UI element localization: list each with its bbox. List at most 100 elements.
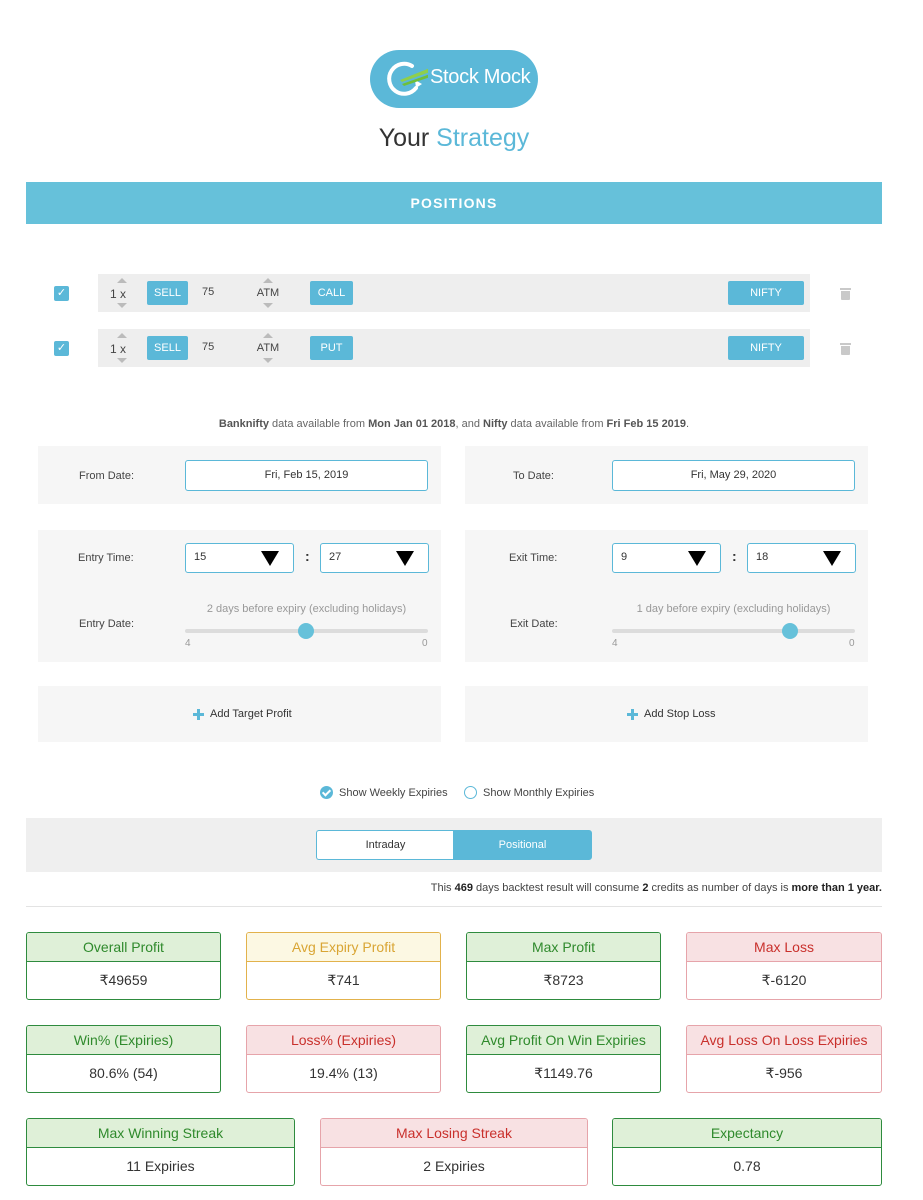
strike-value: ATM — [256, 287, 280, 299]
instrument-button[interactable]: NIFTY — [728, 336, 804, 360]
quantity-value: 1 x — [110, 342, 127, 356]
weekly-expiries-radio[interactable]: Show Weekly Expiries — [320, 786, 448, 799]
add-target-profit-button[interactable]: Add Target Profit — [193, 708, 292, 720]
option-type-button[interactable]: PUT — [310, 336, 353, 360]
exit-date-slider[interactable] — [612, 629, 855, 633]
exit-hour-select[interactable]: 9 — [612, 543, 721, 573]
stepper-up-icon[interactable] — [117, 333, 127, 338]
stat-label: Max Profit — [467, 933, 660, 962]
position-row: 1 x SELL 75 ATM PUT NIFTY — [98, 329, 810, 367]
stepper-down-icon[interactable] — [117, 303, 127, 308]
exit-slider-max: 0 — [849, 638, 855, 649]
to-date-input[interactable]: Fri, May 29, 2020 — [612, 460, 855, 491]
position-2-checkbox[interactable]: ✓ — [54, 341, 69, 356]
dropdown-arrow-icon — [823, 551, 841, 566]
exit-minute-select[interactable]: 18 — [747, 543, 856, 573]
stat-value: 0.78 — [733, 1158, 761, 1174]
entry-minute-select[interactable]: 27 — [320, 543, 429, 573]
data-availability-note: Banknifty data available from Mon Jan 01… — [218, 418, 690, 430]
stat-card-avg-profit-win: Avg Profit On Win Expiries ₹1149.76 — [466, 1025, 661, 1093]
weekly-expiries-label: Show Weekly Expiries — [339, 786, 448, 799]
stat-label: Avg Loss On Loss Expiries — [687, 1026, 881, 1055]
stat-label: Avg Profit On Win Expiries — [467, 1026, 660, 1055]
exit-slider-min: 4 — [612, 638, 618, 649]
stat-value: 19.4% (13) — [309, 1065, 378, 1081]
stat-card-expectancy: Expectancy 0.78 — [612, 1118, 882, 1186]
stat-card-avg-expiry-profit: Avg Expiry Profit ₹741 — [246, 932, 441, 1000]
stat-label: Max Winning Streak — [27, 1119, 294, 1148]
stat-label: Max Loss — [687, 933, 881, 962]
position-row: 1 x SELL 75 ATM CALL NIFTY — [98, 274, 810, 312]
stat-card-avg-loss-loss: Avg Loss On Loss Expiries ₹-956 — [686, 1025, 882, 1093]
positions-header[interactable]: POSITIONS — [26, 182, 882, 224]
entry-time-label: Entry Time: — [78, 552, 134, 564]
quantity-stepper[interactable]: 1 x — [110, 333, 132, 363]
strike-up-icon[interactable] — [263, 333, 273, 338]
option-type-button[interactable]: CALL — [310, 281, 353, 305]
stat-card-max-winning-streak: Max Winning Streak 11 Expiries — [26, 1118, 295, 1186]
page: Stock Mock Your Strategy POSITIONS ✓ 1 x… — [0, 0, 923, 1200]
instrument-button[interactable]: NIFTY — [728, 281, 804, 305]
entry-slider-knob[interactable] — [298, 623, 314, 639]
entry-slider-min: 4 — [185, 638, 191, 649]
from-date-input[interactable]: Fri, Feb 15, 2019 — [185, 460, 428, 491]
monthly-expiries-radio[interactable]: Show Monthly Expiries — [464, 786, 594, 799]
quantity-stepper[interactable]: 1 x — [110, 278, 132, 308]
entry-hour-value: 15 — [194, 551, 207, 563]
strike-down-icon[interactable] — [263, 358, 273, 363]
exit-slider-knob[interactable] — [782, 623, 798, 639]
entry-date-label: Entry Date: — [79, 618, 135, 630]
stat-card-max-profit: Max Profit ₹8723 — [466, 932, 661, 1000]
lot-size: 75 — [202, 341, 215, 353]
stat-card-overall-profit: Overall Profit ₹49659 — [26, 932, 221, 1000]
title-accent: Strategy — [436, 124, 530, 152]
title-prefix: Your — [378, 124, 430, 152]
stat-label: Win% (Expiries) — [27, 1026, 220, 1055]
stat-label: Max Losing Streak — [321, 1119, 587, 1148]
from-date-panel: From Date: Fri, Feb 15, 2019 — [38, 446, 441, 504]
positional-tab[interactable]: Positional — [453, 830, 592, 860]
exit-time-label: Exit Time: — [509, 552, 558, 564]
exit-slider-caption: 1 day before expiry (excluding holidays) — [636, 603, 831, 615]
page-title: Your Strategy — [0, 124, 908, 153]
stat-card-win-percent: Win% (Expiries) 80.6% (54) — [26, 1025, 221, 1093]
stat-value: ₹49659 — [99, 972, 148, 988]
plus-icon — [193, 708, 204, 720]
logo-text: Stock Mock — [430, 66, 531, 88]
entry-panel: Entry Time: 15 : 27 Entry Date: 2 days b… — [38, 530, 441, 662]
entry-hour-select[interactable]: 15 — [185, 543, 294, 573]
credits-note: This 469 days backtest result will consu… — [430, 882, 882, 894]
divider — [26, 906, 882, 907]
dropdown-arrow-icon — [396, 551, 414, 566]
mode-toggle-bar: Intraday Positional — [26, 818, 882, 872]
add-target-profit-label: Add Target Profit — [210, 708, 292, 720]
to-date-label: To Date: — [513, 470, 554, 482]
position-1-checkbox[interactable]: ✓ — [54, 286, 69, 301]
stat-value: ₹-956 — [765, 1065, 803, 1081]
quantity-value: 1 x — [110, 287, 127, 301]
entry-slider-max: 0 — [422, 638, 428, 649]
action-button[interactable]: SELL — [147, 281, 188, 305]
time-separator: : — [305, 548, 310, 564]
dropdown-arrow-icon — [261, 551, 279, 566]
stepper-down-icon[interactable] — [117, 358, 127, 363]
stock-mock-logo[interactable]: Stock Mock — [370, 50, 538, 108]
stat-label: Expectancy — [613, 1119, 881, 1148]
stepper-up-icon[interactable] — [117, 278, 127, 283]
strike-stepper[interactable]: ATM — [250, 278, 286, 308]
stat-value: ₹8723 — [543, 972, 584, 988]
strike-up-icon[interactable] — [263, 278, 273, 283]
delete-position-2-icon[interactable] — [840, 343, 851, 355]
add-stop-loss-button[interactable]: Add Stop Loss — [627, 708, 716, 720]
stat-card-max-losing-streak: Max Losing Streak 2 Expiries — [320, 1118, 588, 1186]
stat-value: ₹1149.76 — [534, 1065, 593, 1081]
intraday-tab[interactable]: Intraday — [316, 830, 454, 860]
stat-label: Loss% (Expiries) — [247, 1026, 440, 1055]
strike-down-icon[interactable] — [263, 303, 273, 308]
action-button[interactable]: SELL — [147, 336, 188, 360]
entry-minute-value: 27 — [329, 551, 342, 563]
monthly-expiries-label: Show Monthly Expiries — [483, 786, 595, 799]
radio-unchecked-icon — [464, 786, 477, 799]
strike-stepper[interactable]: ATM — [250, 333, 286, 363]
delete-position-1-icon[interactable] — [840, 288, 851, 300]
